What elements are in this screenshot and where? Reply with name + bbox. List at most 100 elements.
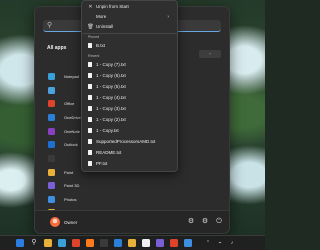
- file-label: 1 - Copy (6).txt: [96, 73, 126, 78]
- recent-file-item[interactable]: 1 - Copy (4).txt: [86, 93, 173, 103]
- network-icon[interactable]: ⌁: [216, 239, 224, 247]
- recent-file-item[interactable]: SupportedProcessorsAMD.txt: [86, 137, 173, 147]
- user-name[interactable]: Owner: [64, 220, 77, 225]
- app-label: Photos: [64, 197, 77, 202]
- app-icon: [48, 87, 55, 94]
- app-item-paint[interactable]: Paint: [45, 167, 81, 178]
- file-icon: [88, 73, 92, 78]
- app-item[interactable]: [45, 85, 81, 96]
- file-label: 1 - Copy.txt: [96, 128, 119, 133]
- letter-header-p[interactable]: [45, 153, 81, 164]
- recent-header: Recent: [88, 54, 100, 58]
- volume-icon[interactable]: ♪: [228, 239, 236, 247]
- app-item-photos[interactable]: Photos: [45, 194, 81, 205]
- onedrive-icon[interactable]: [114, 239, 122, 247]
- app-label: OneNote: [64, 129, 81, 134]
- file-label: 1 - Copy (2).txt: [96, 117, 126, 122]
- file-label: 1 - Copy (4).txt: [96, 95, 126, 100]
- search-icon[interactable]: ⚲: [30, 239, 38, 247]
- recent-file-item[interactable]: 1 - Copy (2).txt: [86, 115, 173, 125]
- office-icon[interactable]: [72, 239, 80, 247]
- file-icon: [88, 43, 92, 48]
- app-icon[interactable]: [156, 239, 164, 247]
- file-icon: [88, 95, 92, 100]
- recent-file-item[interactable]: 1 - Copy.txt: [86, 126, 173, 136]
- app-item-office[interactable]: Office: [45, 98, 81, 109]
- menu-label: More: [96, 14, 107, 19]
- file-label: PF.txt: [96, 161, 108, 166]
- uninstall-item[interactable]: 🗑 Uninstall: [86, 22, 173, 32]
- file-label: B.txt: [96, 43, 106, 48]
- file-label: 1 - Copy (3).txt: [96, 106, 126, 111]
- jump-list-menu: ✕ Unpin from Start More › 🗑 Uninstall Pi…: [81, 0, 178, 172]
- avatar[interactable]: [50, 217, 60, 227]
- vlc-icon[interactable]: [128, 239, 136, 247]
- unpin-icon: ✕: [88, 4, 93, 10]
- file-icon: [88, 106, 92, 111]
- firefox-icon[interactable]: [86, 239, 94, 247]
- recent-file-item[interactable]: 1 - Copy (6).txt: [86, 71, 173, 81]
- app-icon[interactable]: [184, 239, 192, 247]
- app-label: Notepad: [64, 74, 80, 79]
- file-icon: [88, 84, 92, 89]
- all-apps-title: All apps: [47, 45, 67, 51]
- recent-file-item[interactable]: 1 - Copy (5).txt: [86, 82, 173, 92]
- chevron-right-icon: ›: [167, 14, 169, 20]
- power-icon[interactable]: ⏻: [215, 218, 223, 226]
- unpin-from-start-item[interactable]: ✕ Unpin from Start: [86, 2, 173, 12]
- start-button[interactable]: [16, 239, 24, 247]
- app-icon[interactable]: [170, 239, 178, 247]
- onedrive-icon: [48, 114, 55, 121]
- onenote-icon: [48, 128, 55, 135]
- app-item-outlook[interactable]: Outlook: [45, 139, 81, 150]
- more-item[interactable]: More ›: [86, 12, 173, 22]
- back-button[interactable]: ‹: [199, 50, 221, 58]
- recent-file-item[interactable]: README.txt: [86, 148, 173, 158]
- file-icon: [88, 117, 92, 122]
- file-label: 1 - Copy (7).txt: [96, 62, 126, 67]
- recent-file-item[interactable]: 1 - Copy (3).txt: [86, 104, 173, 114]
- notepad-icon[interactable]: [142, 239, 150, 247]
- search-icon: ⚲: [47, 22, 53, 29]
- trash-icon: 🗑: [87, 24, 94, 30]
- app-label: Office: [64, 101, 75, 106]
- file-explorer-icon[interactable]: [44, 239, 52, 247]
- app-item-onedrive[interactable]: OneDrive: [45, 112, 81, 123]
- edge-icon[interactable]: [58, 239, 66, 247]
- paint-3d-icon: [48, 182, 55, 189]
- start-bottom-bar: Owner ⚙ ⚙ ⏻: [35, 210, 229, 233]
- app-item-onenote[interactable]: OneNote: [45, 126, 81, 137]
- divider: [82, 33, 177, 34]
- recent-file-item[interactable]: 1 - Copy (7).txt: [86, 60, 173, 70]
- file-label: README.txt: [96, 150, 122, 155]
- file-icon: [88, 128, 92, 133]
- app-label: Paint: [64, 170, 74, 175]
- letter-icon: [48, 155, 55, 162]
- taskbar: ⚲ ⌃ ⌁ ♪: [0, 235, 265, 250]
- file-icon: [88, 161, 92, 166]
- recent-file-item[interactable]: PF.txt: [86, 159, 173, 169]
- pinned-file-item[interactable]: B.txt: [86, 41, 173, 51]
- file-label: SupportedProcessorsAMD.txt: [96, 139, 156, 144]
- app-item-paint-3d[interactable]: Paint 3D: [45, 180, 81, 191]
- file-label: 1 - Copy (5).txt: [96, 84, 126, 89]
- outlook-icon: [48, 141, 55, 148]
- file-icon: [88, 150, 92, 155]
- settings-icon[interactable]: ⚙: [187, 218, 195, 226]
- app-item-notepad[interactable]: Notepad: [45, 71, 81, 82]
- app-label: OneDrive: [64, 115, 81, 120]
- app-label: Outlook: [64, 142, 78, 147]
- menu-label: Uninstall: [96, 24, 114, 29]
- photos-icon: [48, 196, 55, 203]
- menu-label: Unpin from Start: [96, 4, 129, 9]
- file-icon: [88, 62, 92, 67]
- app-label: Paint 3D: [64, 183, 80, 188]
- pinned-header: Pinned: [88, 35, 100, 39]
- app-icon[interactable]: [100, 239, 108, 247]
- notepad-icon: [48, 73, 55, 80]
- chevron-up-icon[interactable]: ⌃: [204, 239, 212, 247]
- paint-icon: [48, 169, 55, 176]
- file-icon: [88, 139, 92, 144]
- office-icon: [48, 100, 55, 107]
- gear-icon[interactable]: ⚙: [201, 218, 209, 226]
